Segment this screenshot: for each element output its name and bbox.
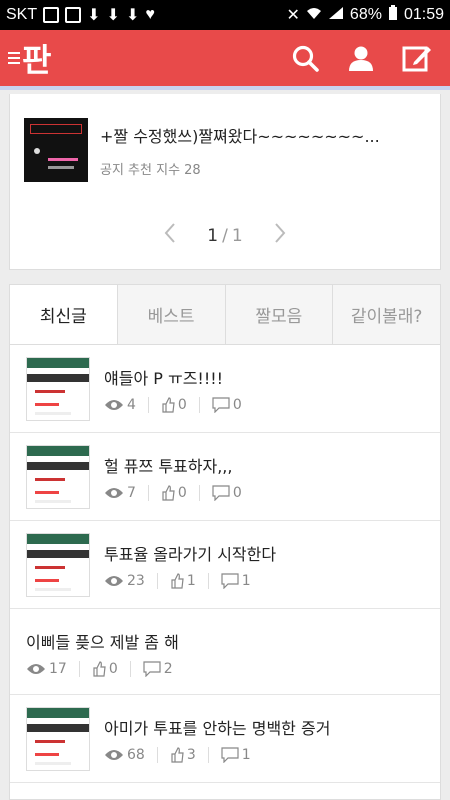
notice-thumbnail <box>24 118 88 182</box>
download-icon: ⬇ <box>87 7 101 24</box>
post-thumbnail <box>26 357 90 421</box>
post-thumbnail <box>26 533 90 597</box>
post-list-card: 최신글 베스트 짤모음 같이볼래? 얘들아 P ㅠ즈!!!! 4 0 0 헐 퓨… <box>9 284 441 800</box>
app-logo[interactable]: 판 <box>8 35 51 81</box>
notice-title: +짤 수정했쓰)짤쪄왔다~~~~~~~~... <box>100 127 380 146</box>
mute-icon: ✕ <box>286 7 300 24</box>
view-count: 17 <box>49 661 67 677</box>
post-title: 아미가 투표를 안하는 명백한 증거 <box>104 719 331 738</box>
post-title: 이삐들 픚으 제발 좀 해 <box>26 633 179 652</box>
app-header: 판 <box>0 30 450 86</box>
user-icon <box>349 46 373 71</box>
post-stats: 23 1 1 <box>104 573 251 589</box>
eye-icon <box>105 400 123 410</box>
view-count: 4 <box>127 397 136 413</box>
list-item[interactable]: 헐 퓨쯔 투표하자,,, 7 0 0 <box>10 433 440 521</box>
pagination: 1/1 <box>10 222 440 250</box>
thumbs-up-icon <box>171 573 184 589</box>
chevron-right-icon <box>274 223 286 243</box>
tab-latest[interactable]: 최신글 <box>10 285 117 344</box>
current-page: 1 <box>207 226 219 246</box>
comment-icon <box>212 397 230 413</box>
download-icon: ⬇ <box>106 7 120 24</box>
tab-bar: 최신글 베스트 짤모음 같이볼래? <box>10 285 440 345</box>
signal-icon <box>328 6 344 25</box>
post-thumbnail <box>26 707 90 771</box>
eye-icon <box>27 664 45 674</box>
view-count: 68 <box>127 747 145 763</box>
header-divider <box>0 86 450 90</box>
status-bar: SKT ⬇ ⬇ ⬇ ♥ ✕ 68% 01:59 <box>0 0 450 30</box>
comment-count: 1 <box>241 747 251 763</box>
comment-icon <box>212 485 230 501</box>
view-count: 7 <box>127 485 136 501</box>
profile-button[interactable] <box>344 41 378 75</box>
prev-page-button[interactable] <box>163 222 177 250</box>
post-title: 얘들아 P ㅠ즈!!!! <box>104 369 224 388</box>
thumbs-up-icon <box>93 661 106 677</box>
page-indicator: 1/1 <box>207 226 242 246</box>
battery-level: 68% <box>349 6 382 23</box>
wifi-icon <box>306 6 322 25</box>
post-thumbnail <box>26 445 90 509</box>
comment-icon <box>221 573 239 589</box>
post-stats: 17 0 2 <box>26 661 173 677</box>
notification-icon <box>43 7 60 23</box>
clock: 01:59 <box>403 6 444 23</box>
tab-watch-together[interactable]: 같이볼래? <box>332 285 440 344</box>
post-stats: 7 0 0 <box>104 485 242 501</box>
like-count: 0 <box>108 661 118 677</box>
write-button[interactable] <box>400 41 434 75</box>
list-item[interactable]: 얘들아 P ㅠ즈!!!! 4 0 0 <box>10 345 440 433</box>
notice-meta: 공지 추천 지수 28 <box>100 163 201 178</box>
thumbs-up-icon <box>162 397 175 413</box>
next-page-button[interactable] <box>273 222 287 250</box>
comment-icon <box>221 747 239 763</box>
tab-gallery[interactable]: 짤모음 <box>224 285 333 344</box>
heart-icon: ♥ <box>145 6 155 23</box>
carrier-label: SKT <box>6 6 38 23</box>
eye-icon <box>105 750 123 760</box>
chevron-left-icon <box>164 223 176 243</box>
post-title: 헐 퓨쯔 투표하자,,, <box>104 457 233 476</box>
post-stats: 68 3 1 <box>104 747 251 763</box>
list-item[interactable]: 투표율 올라가기 시작한다 23 1 1 <box>10 521 440 609</box>
eye-icon <box>105 488 123 498</box>
comment-icon <box>143 661 161 677</box>
like-count: 1 <box>186 573 196 589</box>
like-count: 0 <box>177 397 187 413</box>
thumbs-up-icon <box>171 747 184 763</box>
tab-best[interactable]: 베스트 <box>116 285 225 344</box>
image-icon <box>65 7 82 23</box>
menu-icon[interactable] <box>8 52 20 64</box>
download-icon: ⬇ <box>125 7 140 24</box>
compose-icon <box>402 46 431 72</box>
battery-icon <box>388 4 398 26</box>
total-pages: 1 <box>231 226 243 246</box>
list-item[interactable]: 이삐들 픚으 제발 좀 해 17 0 2 <box>10 609 440 695</box>
post-stats: 4 0 0 <box>104 397 242 413</box>
notice-item[interactable]: +짤 수정했쓰)짤쪄왔다~~~~~~~~... 공지 추천 지수 28 <box>24 118 380 182</box>
logo-text: 판 <box>22 41 51 79</box>
eye-icon <box>105 576 123 586</box>
post-title: 투표율 올라가기 시작한다 <box>104 545 277 564</box>
comment-count: 2 <box>163 661 173 677</box>
view-count: 23 <box>127 573 145 589</box>
like-count: 0 <box>177 485 187 501</box>
comment-count: 0 <box>232 485 242 501</box>
list-item[interactable]: 아미가 투표를 안하는 명백한 증거 68 3 1 <box>10 695 440 783</box>
like-count: 3 <box>186 747 196 763</box>
search-button[interactable] <box>288 41 322 75</box>
page-separator: / <box>222 226 228 246</box>
comment-count: 1 <box>241 573 251 589</box>
search-icon <box>292 45 319 72</box>
notice-card: +짤 수정했쓰)짤쪄왔다~~~~~~~~... 공지 추천 지수 28 1/1 <box>9 94 441 270</box>
comment-count: 0 <box>232 397 242 413</box>
thumbs-up-icon <box>162 485 175 501</box>
